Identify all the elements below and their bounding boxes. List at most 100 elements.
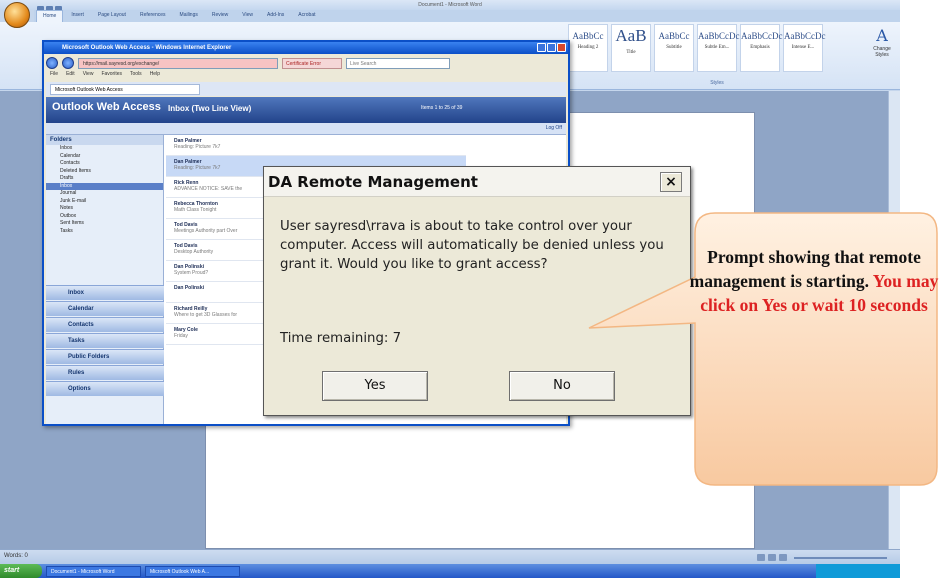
dialog-title-bar[interactable]: DA Remote Management × [264, 167, 690, 197]
menu-favorites[interactable]: Favorites [101, 71, 122, 81]
folder-item[interactable]: Deleted Items [46, 168, 163, 176]
folder-item[interactable]: Calendar [46, 153, 163, 161]
owa-toolbar: Log Off [46, 123, 566, 135]
word-title-bar: Document1 - Microsoft Word [0, 0, 900, 10]
taskbar-item-owa[interactable]: Microsoft Outlook Web A... [145, 565, 240, 577]
nav-tasks-button[interactable]: Tasks [46, 333, 164, 348]
print-layout-icon[interactable] [757, 554, 765, 561]
start-button[interactable]: start [0, 564, 42, 578]
back-icon[interactable] [46, 57, 58, 69]
folder-item[interactable]: Notes [46, 205, 163, 213]
word-title: Document1 - Microsoft Word [418, 2, 482, 8]
menu-view[interactable]: View [83, 71, 94, 81]
ie-title-bar[interactable]: Microsoft Outlook Web Access - Windows I… [44, 42, 568, 54]
change-styles-label: Change Styles [873, 46, 891, 58]
ie-title: Microsoft Outlook Web Access - Windows I… [62, 45, 232, 51]
change-styles-icon: A [876, 26, 888, 45]
ribbon-tab-review[interactable]: Review [206, 10, 234, 22]
nav-calendar-button[interactable]: Calendar [46, 301, 164, 316]
ribbon-tab-insert[interactable]: Insert [65, 10, 90, 22]
owa-logo: Outlook Web Access [52, 101, 161, 113]
yes-button[interactable]: Yes [322, 371, 428, 401]
folder-item[interactable]: Journal [46, 190, 163, 198]
folders-header: Folders [46, 135, 163, 145]
ribbon-tab-page-layout[interactable]: Page Layout [92, 10, 132, 22]
ie-tab-owa[interactable]: Microsoft Outlook Web Access [50, 83, 200, 95]
folder-item[interactable]: Tasks [46, 228, 163, 236]
message-row[interactable]: Dan Palmer Reading: Picture 7k7 [166, 135, 466, 156]
callout-bubble [588, 212, 938, 486]
folder-item[interactable]: Sent Items [46, 220, 163, 228]
window-controls [537, 43, 566, 52]
office-button[interactable] [4, 2, 30, 28]
minimize-icon[interactable] [537, 43, 546, 52]
nav-public-folders-button[interactable]: Public Folders [46, 349, 164, 364]
nav-options-button[interactable]: Options [46, 381, 164, 396]
ribbon-tab-home[interactable]: Home [36, 10, 64, 22]
style-subtitle[interactable]: AaBbCc Subtitle [654, 24, 694, 72]
ribbon-tab-add-ins[interactable]: Add-Ins [261, 10, 290, 22]
taskbar: start Document1 - Microsoft Word Microso… [0, 564, 900, 578]
folder-item[interactable]: Contacts [46, 160, 163, 168]
style-sample: AaBbCcDc [741, 31, 783, 41]
style-intense-emphasis[interactable]: AaBbCcDc Intense E... [783, 24, 826, 72]
menu-edit[interactable]: Edit [66, 71, 75, 81]
quick-access-toolbar[interactable] [36, 1, 106, 13]
folder-item[interactable]: Junk E-mail [46, 198, 163, 206]
taskbar-item-word[interactable]: Document1 - Microsoft Word [46, 565, 141, 577]
dialog-title: DA Remote Management [268, 173, 478, 191]
word-count-indicator[interactable]: Words: 0 [4, 553, 28, 559]
nav-contacts-button[interactable]: Contacts [46, 317, 164, 332]
style-name: Intense E... [791, 45, 815, 50]
items-counter: Items 1 to 25 of 39 [421, 105, 463, 111]
styles-group-label: Styles [710, 80, 724, 86]
style-sample: AaBbCc [572, 31, 604, 41]
zoom-slider[interactable] [794, 556, 887, 559]
web-layout-icon[interactable] [779, 554, 787, 561]
style-sample: AaB [615, 26, 647, 45]
style-name: Title [626, 50, 636, 55]
ribbon-tabs: Home Insert Page Layout References Maili… [34, 10, 900, 22]
style-sample: AaBbCc [658, 31, 690, 41]
time-remaining: Time remaining: 7 [280, 331, 402, 346]
style-title[interactable]: AaB Title [611, 24, 651, 72]
certificate-error-badge[interactable]: Certificate Error [282, 57, 342, 69]
folder-item[interactable]: Outbox [46, 213, 163, 221]
ribbon-tab-view[interactable]: View [236, 10, 259, 22]
search-input[interactable]: Live Search [346, 57, 450, 69]
nav-rules-button[interactable]: Rules [46, 365, 164, 380]
view-zoom-controls[interactable] [757, 553, 887, 562]
message-from: Dan Palmer [174, 159, 202, 165]
close-icon[interactable] [557, 43, 566, 52]
full-screen-icon[interactable] [768, 554, 776, 561]
style-heading-2[interactable]: AaBbCc Heading 2 [568, 24, 608, 72]
ie-menu-bar: File Edit View Favorites Tools Help [46, 71, 566, 81]
owa-folder-pane: Folders Inbox Calendar Contacts Deleted … [46, 135, 164, 424]
log-off-button[interactable]: Log Off [546, 125, 562, 131]
nav-inbox-button[interactable]: Inbox [46, 285, 164, 300]
folder-item[interactable]: Inbox [46, 182, 163, 190]
change-styles-button[interactable]: A Change Styles [868, 26, 896, 70]
message-from: Dan Palmer [174, 138, 202, 144]
ribbon-tab-mailings[interactable]: Mailings [174, 10, 204, 22]
menu-help[interactable]: Help [150, 71, 160, 81]
style-emphasis[interactable]: AaBbCcDc Emphasis [740, 24, 783, 72]
menu-file[interactable]: File [50, 71, 58, 81]
address-bar: https://mail.sayresd.org/exchange/ Certi… [46, 56, 566, 70]
styles-gallery: AaBbCc Heading 2 AaB Title AaBbCc Subtitle … [568, 24, 866, 72]
style-subtle-emphasis[interactable]: AaBbCcDc Subtle Em... [697, 24, 740, 72]
folder-item[interactable]: Drafts [46, 175, 163, 183]
url-input[interactable]: https://mail.sayresd.org/exchange/ [78, 57, 278, 69]
folder-item[interactable]: Inbox [46, 145, 163, 153]
ribbon-tab-references[interactable]: References [134, 10, 172, 22]
ie-tab-bar: Microsoft Outlook Web Access [46, 82, 566, 96]
style-sample: AaBbCcDc [784, 31, 826, 41]
callout-text: Prompt showing that remote management is… [688, 245, 940, 317]
menu-tools[interactable]: Tools [130, 71, 142, 81]
maximize-icon[interactable] [547, 43, 556, 52]
dialog-close-button[interactable]: × [660, 172, 682, 192]
ribbon-tab-acrobat[interactable]: Acrobat [292, 10, 321, 22]
system-tray[interactable] [816, 564, 900, 578]
forward-icon[interactable] [62, 57, 74, 69]
style-sample: AaBbCcDc [698, 31, 740, 41]
